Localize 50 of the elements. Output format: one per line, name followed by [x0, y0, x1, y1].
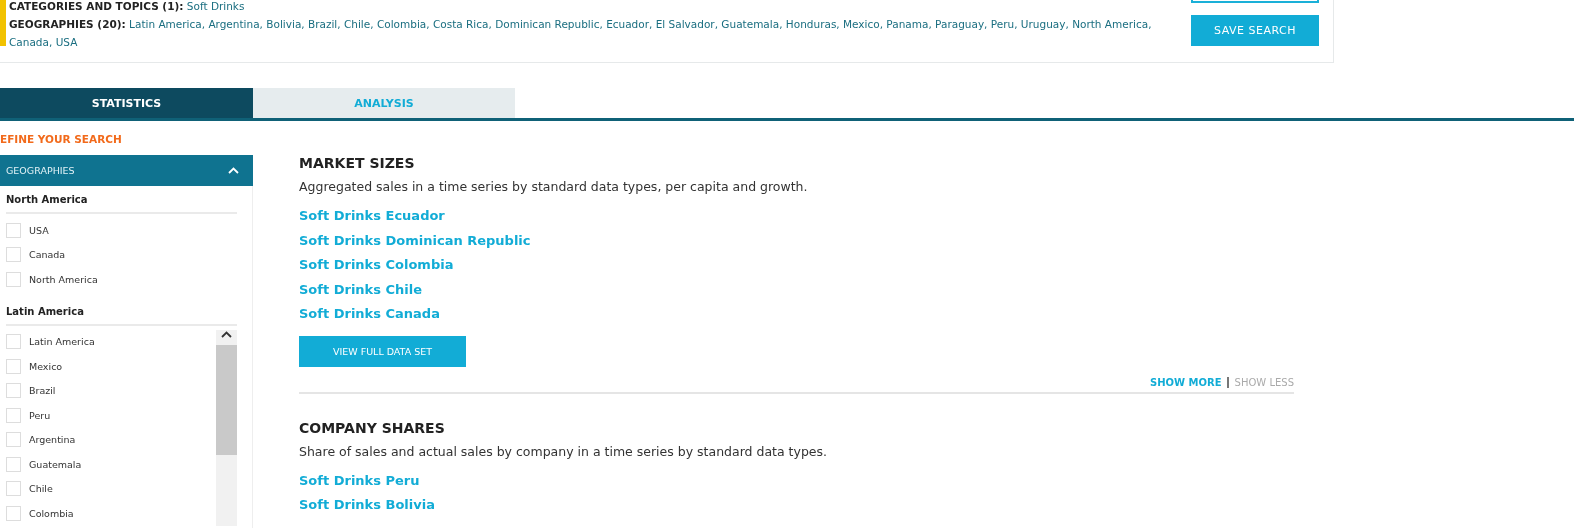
- checkbox[interactable]: [6, 271, 21, 287]
- checkbox-label: Mexico: [29, 360, 63, 372]
- accent-bar: [0, 0, 6, 46]
- show-more-link[interactable]: SHOW MORE: [1150, 376, 1222, 388]
- checkbox-label: USA: [29, 224, 49, 236]
- report-link[interactable]: Soft Drinks Dominican Republic: [299, 228, 531, 253]
- checkbox-label: Argentina: [29, 434, 76, 446]
- checkbox[interactable]: [6, 383, 21, 399]
- checkbox-label: Latin America: [29, 336, 95, 348]
- summary-line: GEOGRAPHIES (20): Latin America, Argentina, Bolivia, Brazil, Chile, Colombia, Costa Rica, Dominican Republic, Ecuador, El Salvador, Guatemala, Honduras, Mexico, Panama, Paraguay, Peru, Uruguay, North America, Canada, USA: [9, 17, 1153, 50]
- report-link[interactable]: Soft Drinks Canada: [299, 302, 440, 327]
- report-link[interactable]: Soft Drinks Colombia: [299, 253, 454, 278]
- checkbox[interactable]: [6, 505, 21, 521]
- section-description: Aggregated sales in a time series by standard data types, per capita and growth.: [299, 179, 809, 194]
- checkbox[interactable]: [6, 481, 21, 497]
- checkbox-label: Canada: [29, 249, 66, 261]
- checkbox-label: Guatemala: [29, 458, 82, 470]
- sidebar-title: EFINE YOUR SEARCH: [0, 132, 123, 147]
- checkbox-label: Chile: [29, 483, 53, 495]
- checkbox[interactable]: [6, 407, 21, 423]
- checkbox-label: Peru: [29, 409, 51, 421]
- checkbox-label: Brazil: [29, 385, 56, 397]
- scrollbar-thumb[interactable]: [216, 344, 237, 455]
- view-full-data-set-button[interactable]: VIEW FULL DATA SET: [299, 335, 466, 367]
- checkbox[interactable]: [6, 358, 21, 374]
- checkbox-label: Colombia: [29, 507, 74, 519]
- checkbox[interactable]: [6, 222, 21, 238]
- section-description: Share of sales and actual sales by company in a time series by standard data types.: [299, 443, 829, 459]
- checkbox[interactable]: [6, 432, 21, 448]
- scroll-up-icon: [221, 331, 232, 338]
- group-title: North America: [6, 186, 237, 214]
- report-link[interactable]: Soft Drinks Ecuador: [299, 204, 445, 229]
- report-link[interactable]: Soft Drinks Bolivia: [299, 493, 435, 518]
- panel-header[interactable]: GEOGRAPHIES: [0, 155, 253, 186]
- tab[interactable]: STATISTICS: [0, 88, 253, 118]
- summary-line: CATEGORIES AND TOPICS (1): Soft Drinks: [9, 0, 246, 14]
- group-title: Latin America: [6, 297, 237, 326]
- show-less-link[interactable]: SHOW LESS: [1226, 376, 1294, 388]
- report-link[interactable]: Soft Drinks Peru: [299, 468, 420, 493]
- chevron-icon: [228, 167, 239, 174]
- section-title: COMPANY SHARES: [299, 419, 446, 436]
- checkbox[interactable]: [6, 456, 21, 472]
- section-title: MARKET SIZES: [299, 155, 416, 171]
- checkbox[interactable]: [6, 334, 21, 350]
- checkbox[interactable]: [6, 247, 21, 263]
- scrollbar[interactable]: [216, 329, 237, 526]
- tab[interactable]: ANALYSIS: [253, 88, 515, 118]
- save-search-button[interactable]: SAVE SEARCH: [1191, 15, 1319, 46]
- checkbox-label: North America: [29, 273, 98, 285]
- report-link[interactable]: Soft Drinks Chile: [299, 277, 423, 302]
